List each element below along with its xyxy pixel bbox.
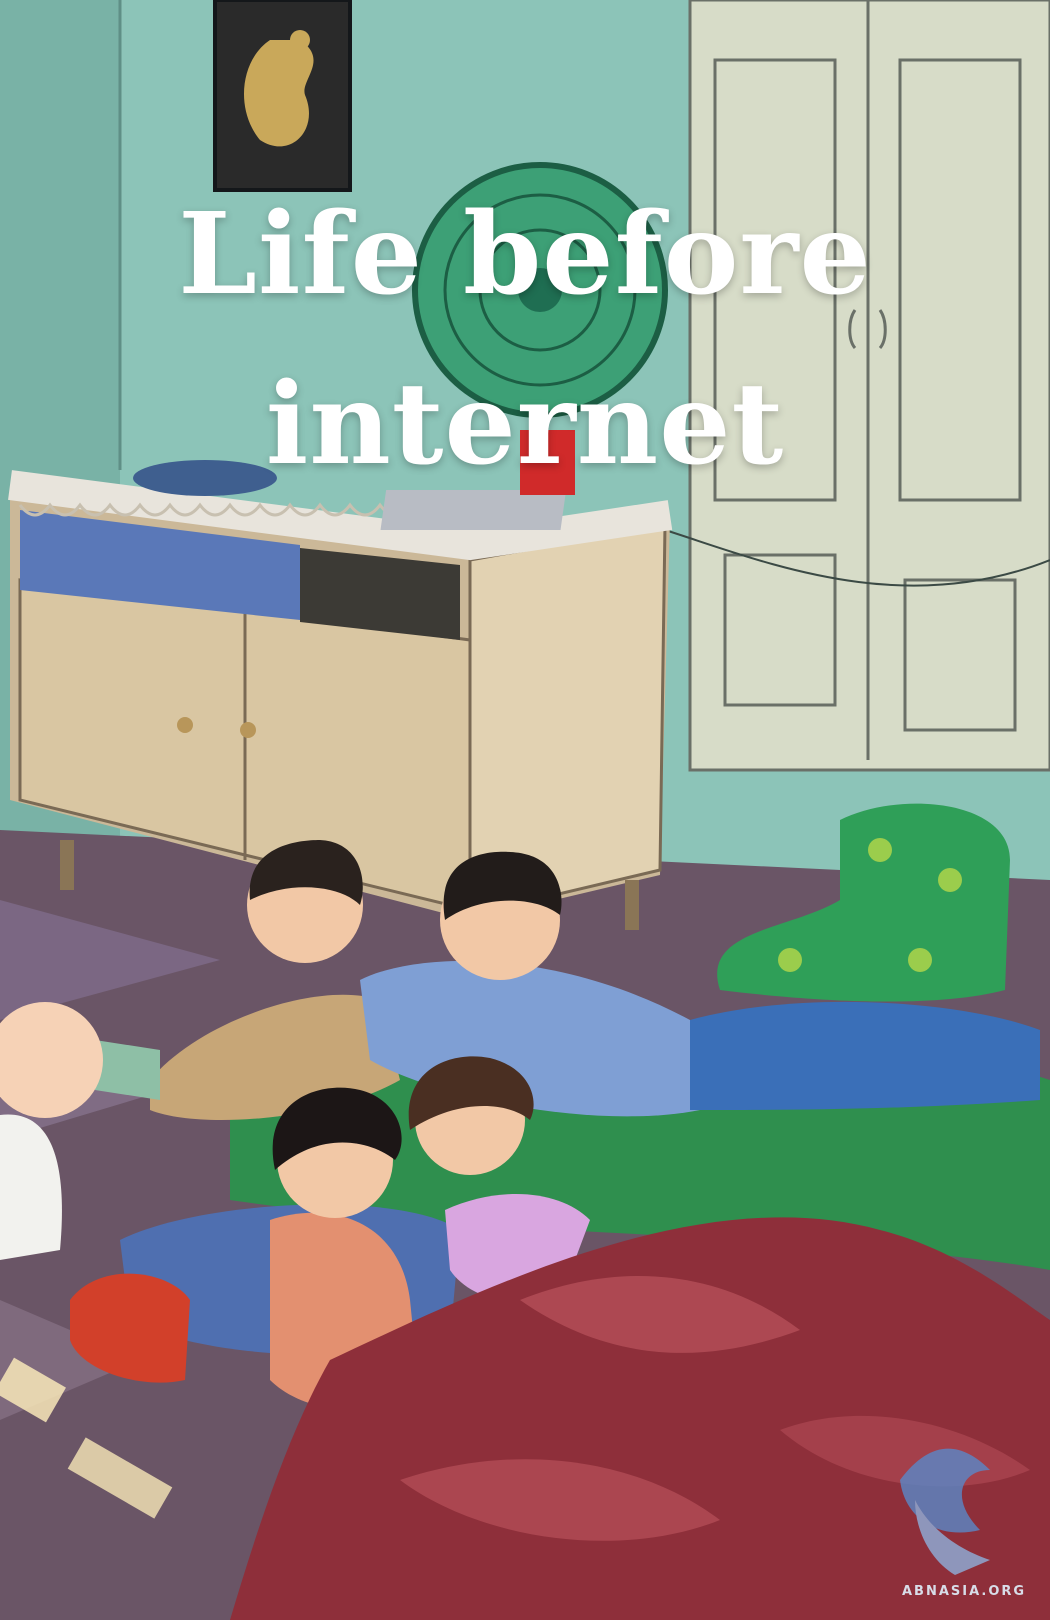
watermark-text: ABNASIA.ORG bbox=[902, 1584, 1027, 1599]
headline: Life before internet bbox=[0, 170, 1050, 510]
wall-picture bbox=[213, 0, 352, 192]
headline-line-2: internet bbox=[265, 359, 785, 490]
headline-line-1: Life before bbox=[178, 189, 872, 320]
